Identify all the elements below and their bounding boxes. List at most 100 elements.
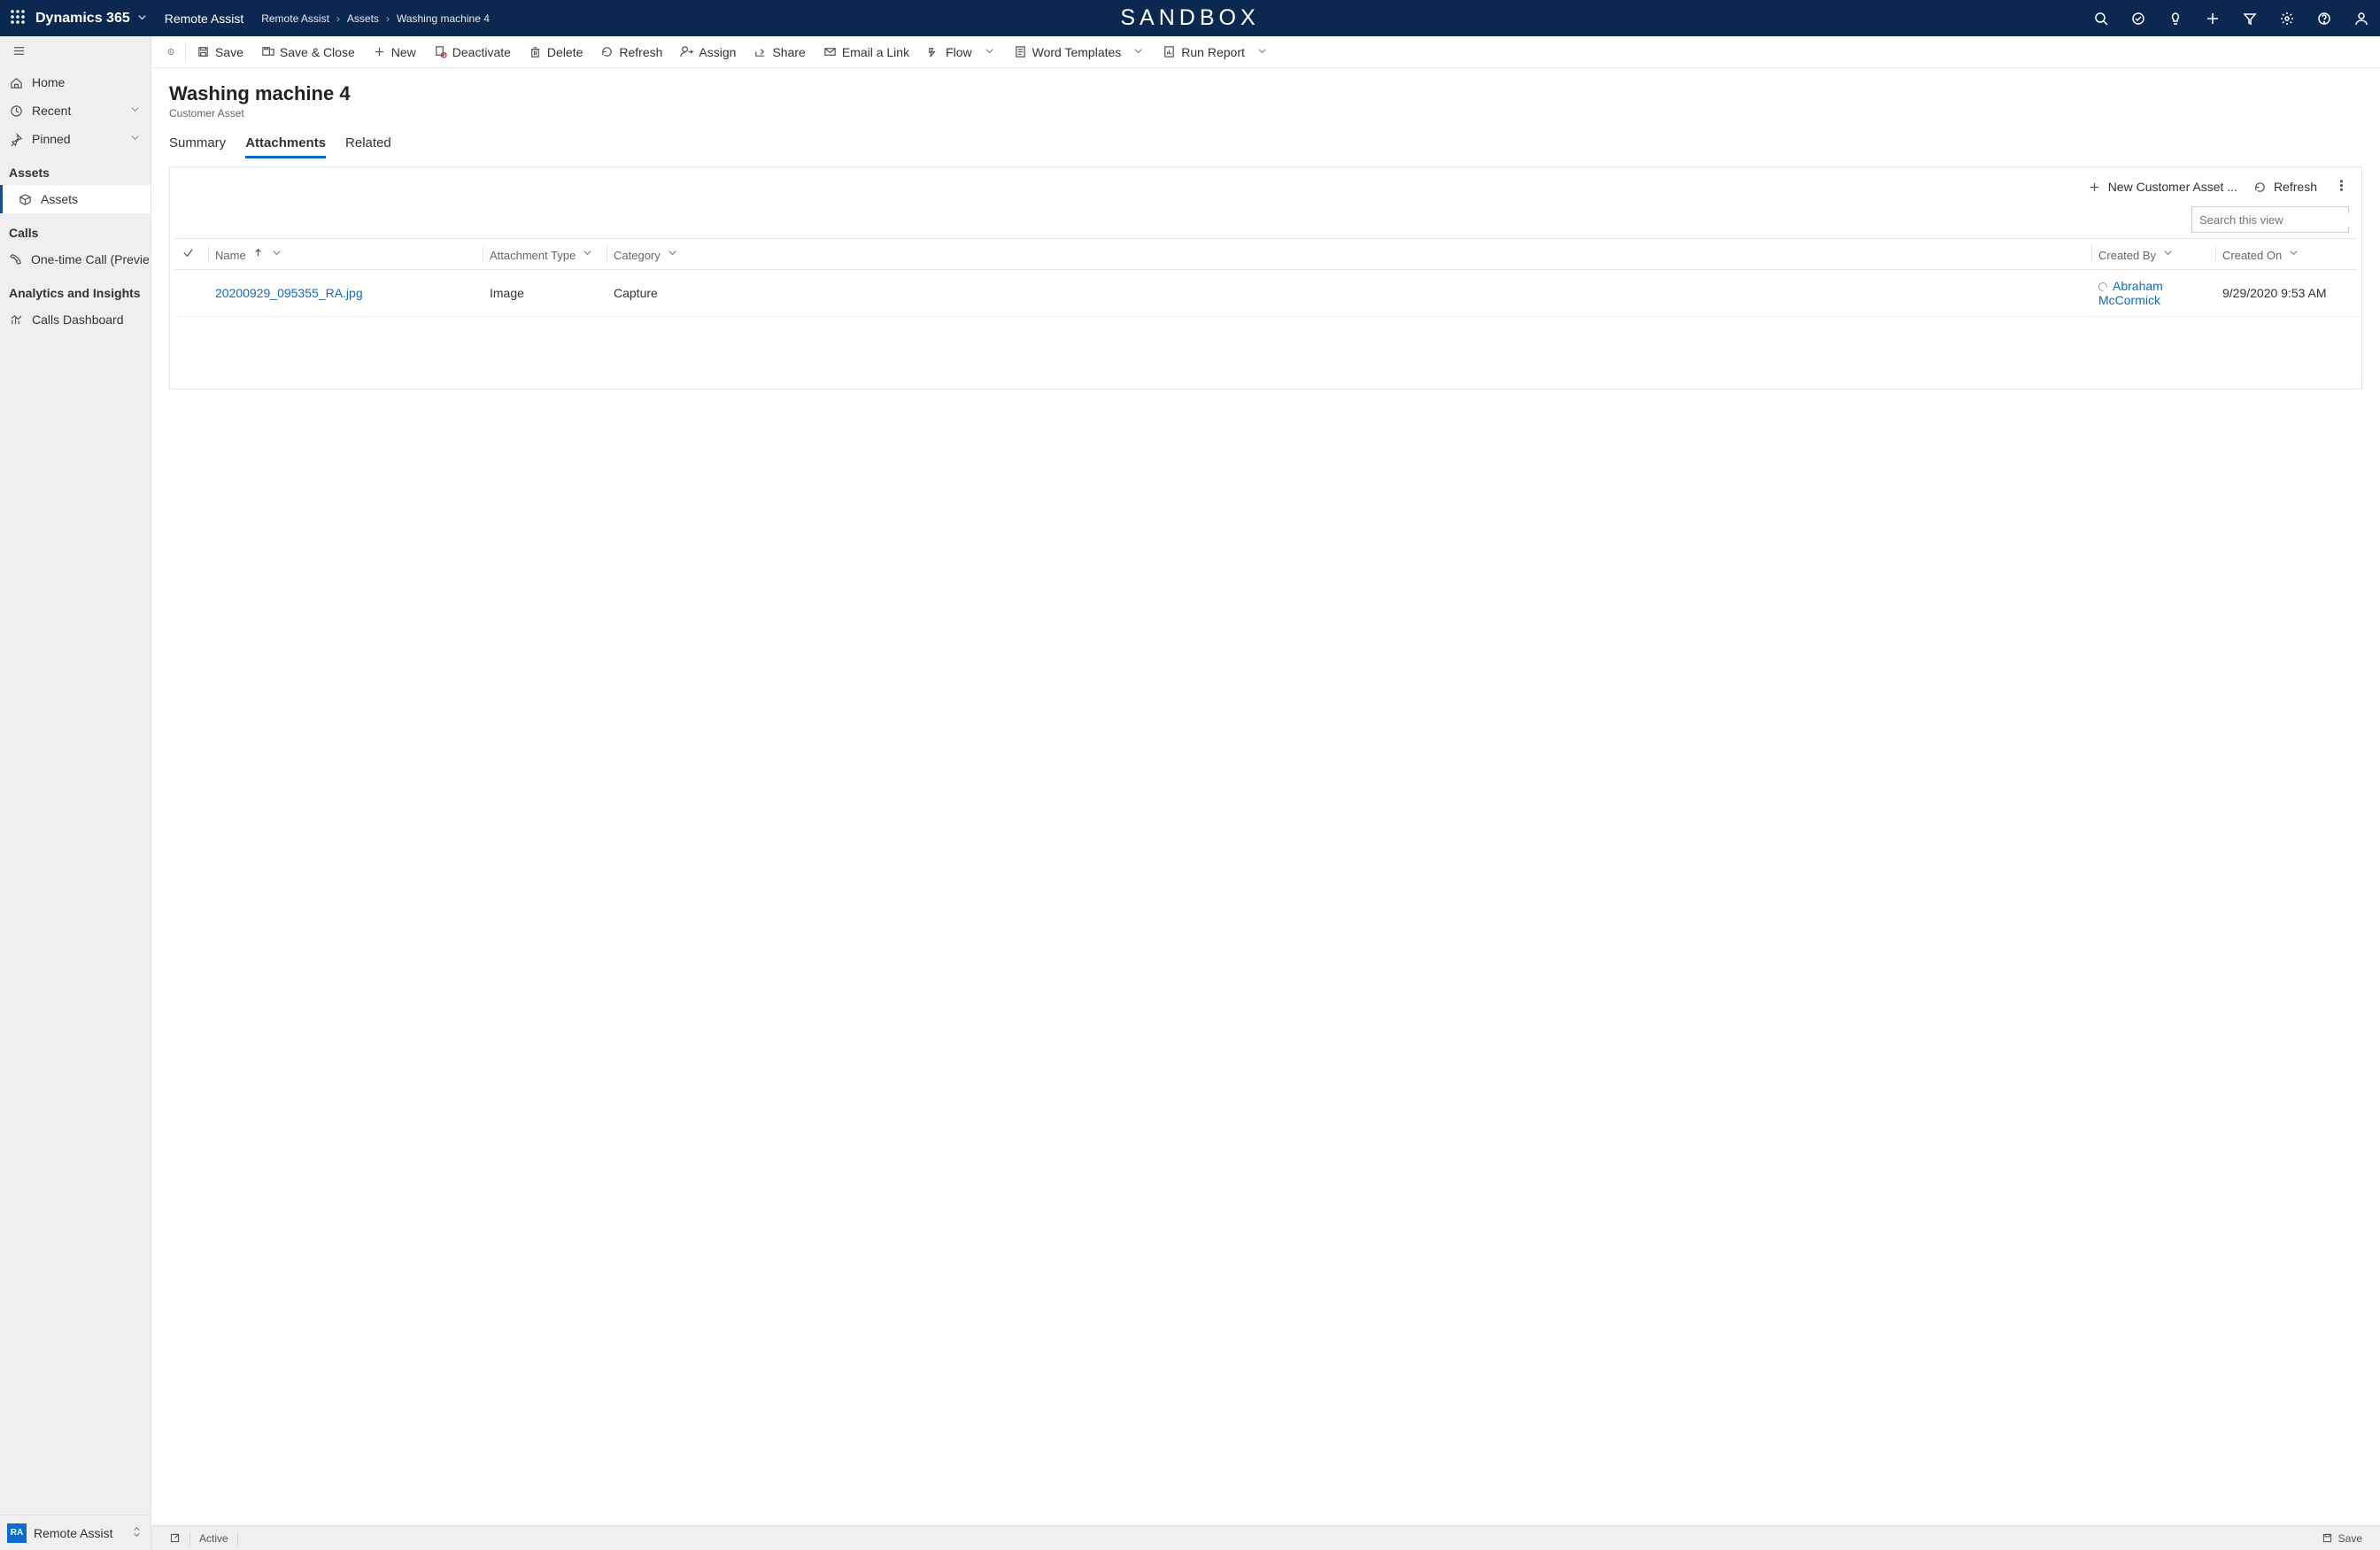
attachment-name-link[interactable]: 20200929_095355_RA.jpg bbox=[215, 286, 363, 300]
created-by-link[interactable]: Abraham McCormick bbox=[2098, 279, 2163, 307]
pin-icon bbox=[9, 132, 23, 146]
cmd-label: Refresh bbox=[619, 45, 662, 59]
brand-chevron-icon[interactable] bbox=[135, 11, 149, 27]
chevron-right-icon: › bbox=[386, 12, 390, 25]
presence-icon bbox=[2098, 282, 2107, 291]
filter-icon[interactable] bbox=[2231, 0, 2268, 36]
status-active[interactable]: Active bbox=[190, 1526, 237, 1550]
status-bar: Active Save bbox=[151, 1525, 2380, 1550]
table-row[interactable]: 20200929_095355_RA.jpg Image Capture Abr… bbox=[174, 270, 2357, 317]
back-button[interactable] bbox=[158, 36, 183, 68]
separator bbox=[185, 42, 186, 62]
sidebar-item-label: Calls Dashboard bbox=[32, 312, 124, 327]
help-icon[interactable] bbox=[2306, 0, 2343, 36]
lightbulb-icon[interactable] bbox=[2157, 0, 2194, 36]
sidebar-item-recent[interactable]: Recent bbox=[0, 96, 151, 125]
status-save-button[interactable]: Save bbox=[2313, 1526, 2371, 1550]
sidebar-section-analytics: Analytics and Insights bbox=[0, 274, 151, 305]
chevron-down-icon[interactable] bbox=[581, 246, 594, 262]
sidebar-item-calls-dashboard[interactable]: Calls Dashboard bbox=[0, 305, 151, 334]
cmd-label: Email a Link bbox=[842, 45, 909, 59]
cube-icon bbox=[18, 192, 32, 206]
save-close-button[interactable]: Save & Close bbox=[252, 36, 364, 68]
deactivate-button[interactable]: Deactivate bbox=[425, 36, 520, 68]
chevron-down-icon[interactable] bbox=[2287, 246, 2300, 262]
attachments-table: Name Attachment Type Category Created By… bbox=[174, 238, 2357, 317]
new-attachment-button[interactable]: New Customer Asset ... bbox=[2088, 180, 2237, 194]
breadcrumb-item[interactable]: Remote Assist bbox=[261, 12, 329, 25]
search-input[interactable] bbox=[2199, 213, 2355, 227]
col-category[interactable]: Category bbox=[607, 239, 2091, 270]
sidebar-item-assets[interactable]: Assets bbox=[0, 185, 151, 213]
record-tabs: Summary Attachments Related bbox=[151, 120, 2380, 158]
sidebar-footer[interactable]: RA Remote Assist bbox=[0, 1515, 151, 1550]
chevron-down-icon[interactable] bbox=[128, 103, 142, 119]
sort-asc-icon bbox=[251, 246, 265, 262]
tab-summary[interactable]: Summary bbox=[169, 130, 226, 158]
clock-icon bbox=[9, 104, 23, 118]
app-launcher-icon[interactable] bbox=[0, 10, 35, 27]
app-name-label: Remote Assist bbox=[165, 12, 243, 26]
chevron-down-icon[interactable] bbox=[666, 246, 679, 262]
col-created-on[interactable]: Created On bbox=[2215, 239, 2357, 270]
cmd-label: Delete bbox=[547, 45, 583, 59]
btn-label: New Customer Asset ... bbox=[2108, 180, 2237, 194]
cmd-label: Deactivate bbox=[452, 45, 511, 59]
record-subtitle: Customer Asset bbox=[169, 107, 2362, 120]
top-bar: Dynamics 365 Remote Assist Remote Assist… bbox=[0, 0, 2380, 36]
sidebar-item-label: One-time Call (Previe... bbox=[31, 252, 151, 266]
app-switcher-label: Remote Assist bbox=[34, 1526, 112, 1540]
chevron-down-icon[interactable] bbox=[2161, 246, 2175, 262]
add-icon[interactable] bbox=[2194, 0, 2231, 36]
app-badge: RA bbox=[7, 1523, 27, 1543]
delete-button[interactable]: Delete bbox=[520, 36, 591, 68]
sidebar-item-pinned[interactable]: Pinned bbox=[0, 125, 151, 153]
popout-button[interactable] bbox=[160, 1526, 189, 1550]
flow-button[interactable]: Flow bbox=[918, 36, 1005, 68]
grid-toolbar: New Customer Asset ... Refresh bbox=[170, 167, 2361, 206]
breadcrumb-item[interactable]: Assets bbox=[347, 12, 379, 25]
user-icon[interactable] bbox=[2343, 0, 2380, 36]
chevron-down-icon bbox=[1256, 44, 1269, 60]
grid-more-icon[interactable] bbox=[2333, 179, 2349, 195]
chevron-down-icon bbox=[983, 44, 996, 60]
new-button[interactable]: New bbox=[364, 36, 425, 68]
content-area: Save Save & Close New Deactivate Delete … bbox=[151, 36, 2380, 1550]
task-icon[interactable] bbox=[2120, 0, 2157, 36]
sidebar-section-assets: Assets bbox=[0, 153, 151, 185]
grid-refresh-button[interactable]: Refresh bbox=[2253, 180, 2317, 194]
sidebar-item-onetime-call[interactable]: One-time Call (Previe... bbox=[0, 245, 151, 274]
run-report-button[interactable]: Run Report bbox=[1154, 36, 1278, 68]
word-templates-button[interactable]: Word Templates bbox=[1005, 36, 1155, 68]
brand-label[interactable]: Dynamics 365 bbox=[35, 11, 130, 27]
search-icon[interactable] bbox=[2082, 0, 2120, 36]
col-check[interactable] bbox=[174, 239, 208, 270]
chevron-down-icon[interactable] bbox=[270, 246, 283, 262]
assign-button[interactable]: Assign bbox=[671, 36, 745, 68]
refresh-button[interactable]: Refresh bbox=[591, 36, 671, 68]
phone-icon bbox=[9, 252, 22, 266]
breadcrumb-item[interactable]: Washing machine 4 bbox=[397, 12, 490, 25]
record-title: Washing machine 4 bbox=[169, 82, 2362, 105]
cmd-label: Word Templates bbox=[1032, 45, 1122, 59]
col-created-by[interactable]: Created By bbox=[2091, 239, 2215, 270]
cmd-label: Share bbox=[772, 45, 805, 59]
save-button[interactable]: Save bbox=[188, 36, 252, 68]
home-icon bbox=[9, 75, 23, 89]
email-link-button[interactable]: Email a Link bbox=[815, 36, 918, 68]
tab-attachments[interactable]: Attachments bbox=[245, 130, 326, 158]
hamburger-icon[interactable] bbox=[12, 44, 26, 60]
cell-created-on: 9/29/2020 9:53 AM bbox=[2215, 270, 2357, 317]
grid-search-input[interactable] bbox=[2191, 206, 2349, 233]
settings-icon[interactable] bbox=[2268, 0, 2306, 36]
sidebar-item-label: Home bbox=[32, 75, 65, 89]
sidebar-item-home[interactable]: Home bbox=[0, 68, 151, 96]
chevron-down-icon[interactable] bbox=[128, 131, 142, 147]
share-button[interactable]: Share bbox=[745, 36, 814, 68]
tab-related[interactable]: Related bbox=[345, 130, 391, 158]
sidebar-section-calls: Calls bbox=[0, 213, 151, 245]
col-name[interactable]: Name bbox=[208, 239, 483, 270]
switch-app-icon[interactable] bbox=[130, 1525, 143, 1541]
col-attachment-type[interactable]: Attachment Type bbox=[483, 239, 607, 270]
cell-attachment-type: Image bbox=[483, 270, 607, 317]
